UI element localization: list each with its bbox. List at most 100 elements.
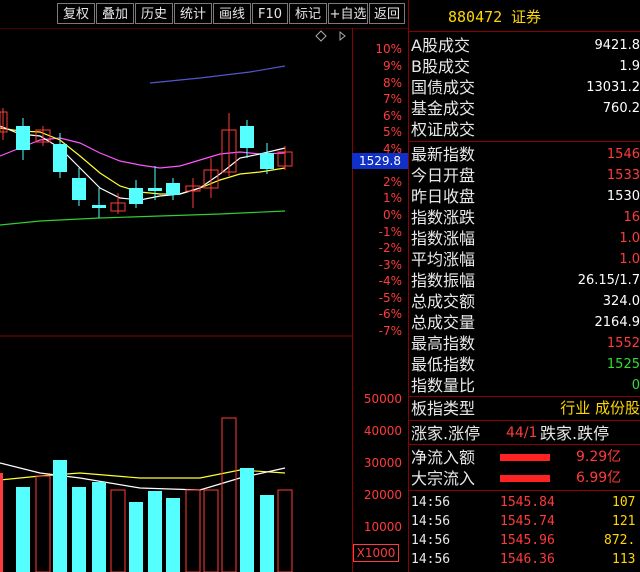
stat-row: A股成交 9421.8 — [408, 35, 640, 56]
stat-row: 最低指数 1525 — [408, 354, 640, 375]
stat-label: 指数振幅 — [411, 271, 476, 290]
pct-tick-m4: -4% — [378, 274, 402, 288]
stat-row: 总成交额 324.0 — [408, 291, 640, 312]
trade-row: 14:56 1545.74 121 — [408, 512, 640, 531]
pct-tick-m6: -6% — [378, 307, 402, 321]
pct-tick-9: 9% — [382, 59, 402, 73]
stat-row: 昨日收盘 1530 — [408, 186, 640, 207]
pct-tick-2: 2% — [382, 175, 402, 189]
stat-value: 1530 — [606, 189, 640, 204]
candle-down — [260, 153, 274, 169]
vol-tick-40000: 40000 — [363, 424, 402, 438]
trade-time: 14:56 — [411, 533, 451, 548]
stat-label: 最高指数 — [411, 334, 476, 353]
stat-row: 平均涨幅 1.0 — [408, 249, 640, 270]
trade-time: 14:56 — [411, 495, 451, 510]
divider — [408, 141, 640, 142]
add-watchlist-button[interactable]: +自选 — [328, 3, 368, 24]
index-name: 证券 — [510, 8, 541, 26]
candle-down — [16, 126, 30, 150]
mark-button[interactable]: 标记 — [289, 3, 327, 24]
kline-chart-area[interactable]: 10% 9% 8% 7% 6% 5% 4% 3% 2% 1% 0% -1% -2… — [0, 28, 408, 572]
stat-value: 1546 — [606, 147, 640, 162]
divider — [408, 490, 640, 491]
divider — [408, 444, 640, 445]
volume-bar-down — [260, 495, 274, 572]
stat-row: 今日开盘 1533 — [408, 165, 640, 186]
volume-bar-up — [110, 489, 126, 572]
trade-volume: 121 — [612, 514, 636, 529]
stat-label: 指数量比 — [411, 376, 476, 395]
stat-value: 1.9 — [619, 59, 640, 74]
flow-bar — [500, 454, 550, 461]
candle-down — [53, 144, 67, 172]
divider — [408, 420, 640, 421]
stat-value: 1.0 — [619, 231, 640, 246]
stat-label: 指数涨跌 — [411, 208, 476, 227]
candle-down — [129, 188, 143, 204]
stat-label: 最低指数 — [411, 355, 476, 374]
divider — [408, 396, 640, 397]
stat-row: 指数涨跌 16 — [408, 207, 640, 228]
stat-label: 平均涨幅 — [411, 250, 476, 269]
flow-value: 9.29亿 — [576, 449, 622, 465]
volume-bar-up — [203, 489, 219, 572]
overlay-button[interactable]: 叠加 — [96, 3, 134, 24]
flow-row: 净流入额 9.29亿 — [408, 447, 640, 468]
stat-label: 国债成交 — [411, 78, 476, 97]
volume-bar-down — [166, 498, 180, 572]
stat-label: 总成交量 — [411, 313, 476, 332]
trade-volume: 107 — [612, 495, 636, 510]
stat-label: 基金成交 — [411, 99, 476, 118]
back-button[interactable]: 返回 — [369, 3, 405, 24]
statistics-button[interactable]: 统计 — [174, 3, 212, 24]
flow-label: 大宗流入 — [411, 469, 476, 488]
quote-panel: 880472 证券 A股成交 9421.8 B股成交 1.9 国债成交 1303… — [408, 0, 640, 572]
trade-row: 14:56 1546.36 113 — [408, 550, 640, 569]
trade-volume: 872. — [604, 533, 636, 548]
stat-value: 1552 — [606, 336, 640, 351]
pct-tick-6: 6% — [382, 109, 402, 123]
trade-row: 14:56 1545.96 872. — [408, 531, 640, 550]
volume-bar-down — [129, 502, 143, 572]
stat-value: 26.15/1.7 — [577, 273, 640, 288]
stat-label: B股成交 — [411, 57, 470, 76]
stat-label: 最新指数 — [411, 145, 476, 164]
stat-value: 1533 — [606, 168, 640, 183]
vol-tick-50000: 50000 — [363, 392, 402, 406]
stat-value: 16 — [623, 210, 640, 225]
f10-button[interactable]: F10 — [252, 3, 288, 24]
vol-tick-10000: 10000 — [363, 520, 402, 534]
flow-value: 6.99亿 — [576, 470, 622, 486]
volume-bar-up — [185, 489, 201, 572]
stat-row: 最新指数 1546 — [408, 144, 640, 165]
candle-down — [166, 183, 180, 195]
volume-bar-down — [148, 491, 162, 572]
stat-label: 今日开盘 — [411, 166, 476, 185]
ma120-line — [149, 65, 286, 84]
stat-value: 13031.2 — [586, 80, 640, 95]
stat-value: 9421.8 — [594, 38, 640, 53]
stat-row: B股成交 1.9 — [408, 56, 640, 77]
history-button[interactable]: 历史 — [135, 3, 173, 24]
candle-down — [92, 205, 106, 208]
volume-bar-down — [53, 460, 67, 572]
stat-value: 0 — [631, 378, 640, 393]
stat-row: 总成交量 2164.9 — [408, 312, 640, 333]
updown-row: 涨家.涨停 44/1 跌家.跌停 — [408, 423, 640, 444]
index-code: 880472 — [448, 8, 503, 26]
up-count-value: 44/1 — [506, 425, 538, 441]
fuquan-button[interactable]: 复权 — [57, 3, 95, 24]
stat-value: 行业 成份股 — [560, 399, 640, 417]
trade-row: 14:56 1545.84 107 — [408, 493, 640, 512]
stat-row: 指数量比 0 — [408, 375, 640, 396]
pct-tick-5: 5% — [382, 125, 402, 139]
draw-line-button[interactable]: 画线 — [213, 3, 251, 24]
stat-value: 1.0 — [619, 252, 640, 267]
pct-tick-1: 1% — [382, 191, 402, 205]
vol-tick-20000: 20000 — [363, 488, 402, 502]
stat-row: 基金成交 760.2 — [408, 98, 640, 119]
stat-label: 板指类型 — [411, 399, 476, 418]
index-title: 880472 证券 — [448, 6, 541, 27]
up-count-label: 涨家.涨停 — [411, 424, 481, 443]
